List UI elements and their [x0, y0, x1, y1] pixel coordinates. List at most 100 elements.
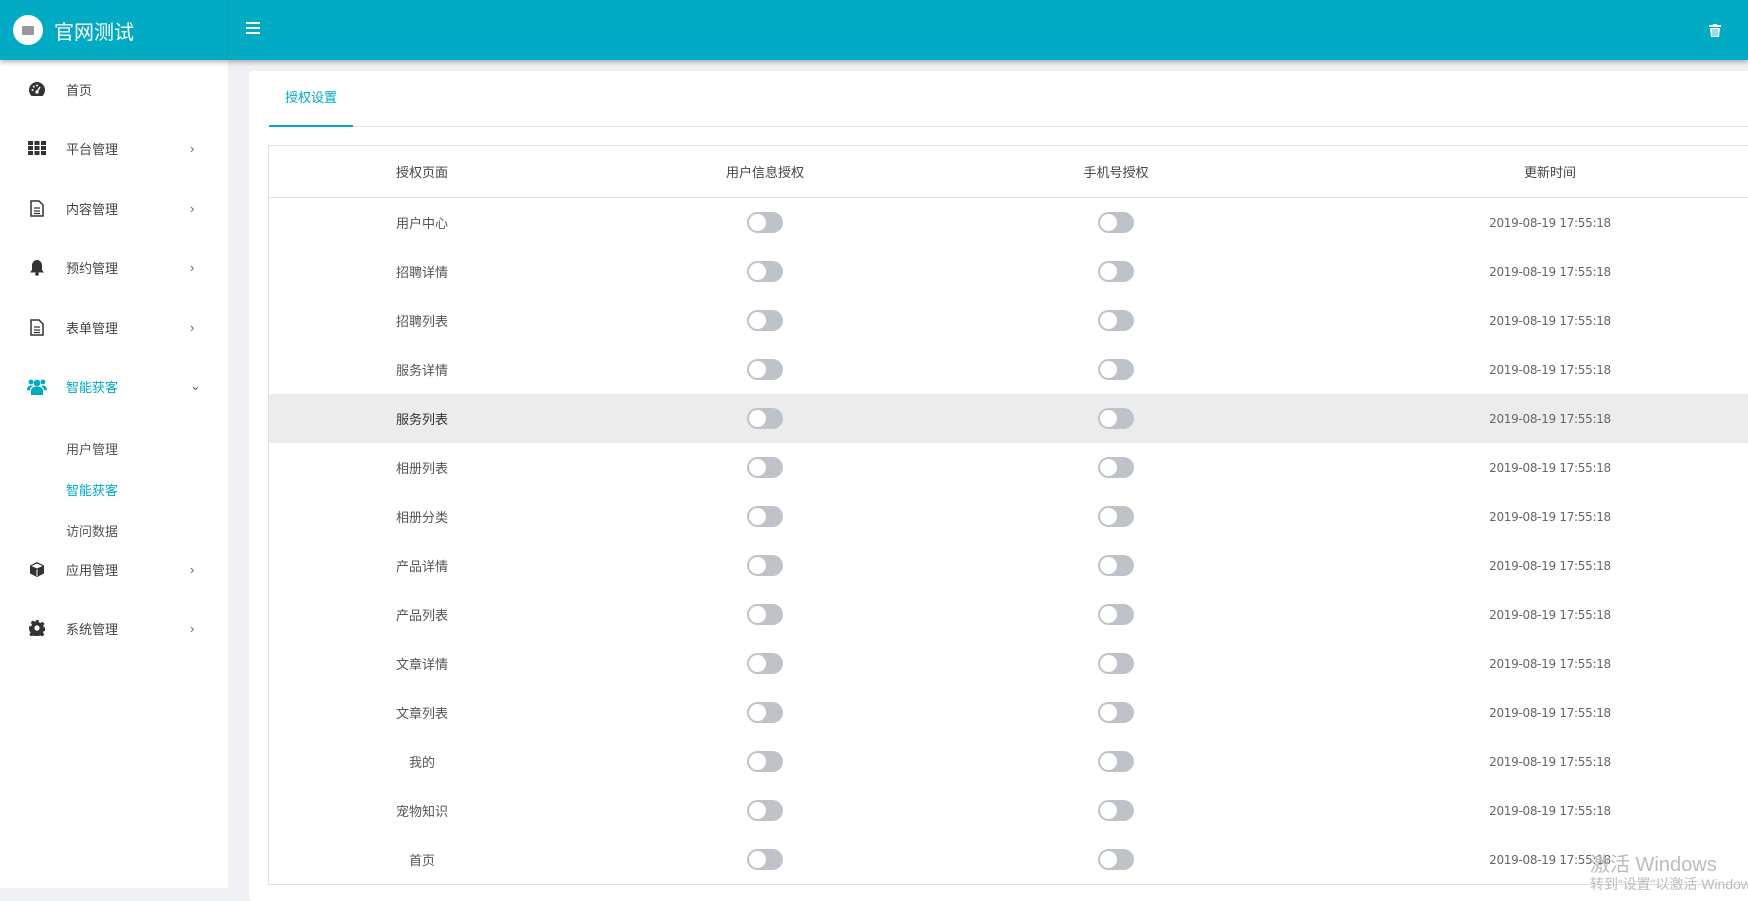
update-time: 2019-08-19 17:55:18: [1489, 411, 1611, 426]
phone-auth-toggle[interactable]: [1098, 800, 1134, 821]
sidebar-item-content[interactable]: 内容管理 ›: [0, 188, 228, 228]
page-name: 产品详情: [395, 559, 449, 574]
page-name: 相册列表: [395, 461, 449, 476]
sidebar-item-form[interactable]: 表单管理 ›: [0, 307, 228, 347]
table-row: 产品列表 2019-08-19 17:55:18: [269, 590, 1748, 639]
userinfo-auth-toggle[interactable]: [747, 702, 783, 723]
chevron-right-icon: ›: [190, 561, 195, 577]
table-row: 相册列表 2019-08-19 17:55:18: [269, 443, 1748, 492]
brand: 官网测试: [0, 0, 228, 60]
userinfo-auth-toggle[interactable]: [747, 800, 783, 821]
phone-auth-toggle[interactable]: [1098, 653, 1134, 674]
update-time: 2019-08-19 17:55:18: [1489, 705, 1611, 720]
chevron-down-icon: ⌄: [190, 378, 201, 393]
table-row: 招聘列表 2019-08-19 17:55:18: [269, 296, 1748, 345]
sidebar-item-label: 表单管理: [66, 320, 119, 336]
update-time: 2019-08-19 17:55:18: [1489, 460, 1611, 475]
userinfo-auth-toggle[interactable]: [747, 212, 783, 233]
update-time: 2019-08-19 17:55:18: [1489, 264, 1611, 279]
gear-icon: [27, 620, 47, 636]
userinfo-auth-toggle[interactable]: [747, 457, 783, 478]
table-row: 服务详情 2019-08-19 17:55:18: [269, 345, 1748, 394]
userinfo-auth-toggle[interactable]: [747, 506, 783, 527]
page-name: 招聘详情: [395, 265, 449, 280]
userinfo-auth-toggle[interactable]: [747, 653, 783, 674]
phone-auth-toggle[interactable]: [1098, 212, 1134, 233]
sidebar-item-smart-leads[interactable]: 智能获客 ⌄: [0, 366, 228, 406]
phone-auth-toggle[interactable]: [1098, 408, 1134, 429]
userinfo-auth-toggle[interactable]: [747, 310, 783, 331]
col-header-page: 授权页面: [395, 165, 449, 180]
sidebar-item-system[interactable]: 系统管理 ›: [0, 608, 228, 648]
page-name: 文章列表: [395, 706, 449, 721]
userinfo-auth-toggle[interactable]: [747, 555, 783, 576]
chevron-right-icon: ›: [190, 200, 195, 216]
update-time: 2019-08-19 17:55:18: [1489, 754, 1611, 769]
col-header-phone: 手机号授权: [1083, 165, 1149, 180]
phone-auth-toggle[interactable]: [1098, 310, 1134, 331]
watermark-subtitle: 转到“设置”以激活 Windows。: [1590, 876, 1748, 892]
page-name: 服务详情: [395, 363, 449, 378]
app-title: 官网测试: [54, 21, 134, 44]
table-row: 我的 2019-08-19 17:55:18: [269, 737, 1748, 786]
page-name: 宠物知识: [395, 804, 449, 819]
page-name: 服务列表: [395, 412, 449, 427]
sidebar-item-label: 智能获客: [66, 379, 119, 395]
page-name: 产品列表: [395, 608, 449, 623]
table-header: 授权页面 用户信息授权 手机号授权 更新时间: [269, 146, 1748, 198]
phone-auth-toggle[interactable]: [1098, 702, 1134, 723]
sidebar-item-label: 应用管理: [66, 562, 119, 578]
sidebar-subitem-smart-leads[interactable]: 智能获客: [66, 480, 118, 499]
phone-auth-toggle[interactable]: [1098, 849, 1134, 870]
col-header-userinfo: 用户信息授权: [725, 165, 805, 180]
sidebar-subitem-users[interactable]: 用户管理: [66, 439, 118, 458]
phone-auth-toggle[interactable]: [1098, 604, 1134, 625]
sidebar-item-label: 平台管理: [66, 141, 119, 157]
phone-auth-toggle[interactable]: [1098, 359, 1134, 380]
trash-icon[interactable]: [1709, 24, 1721, 37]
phone-auth-toggle[interactable]: [1098, 261, 1134, 282]
users-icon: [27, 378, 47, 395]
sidebar-item-label: 首页: [66, 82, 93, 98]
sidebar-item-home[interactable]: 首页: [0, 69, 228, 109]
userinfo-auth-toggle[interactable]: [747, 849, 783, 870]
phone-auth-toggle[interactable]: [1098, 457, 1134, 478]
cube-icon: [27, 561, 47, 578]
watermark-title: 激活 Windows: [1590, 854, 1717, 876]
table-row: 首页 2019-08-19 17:55:18: [269, 835, 1748, 884]
table-row: 用户中心 2019-08-19 17:55:18: [269, 198, 1748, 247]
sidebar-item-platform[interactable]: 平台管理 ›: [0, 128, 228, 168]
phone-auth-toggle[interactable]: [1098, 751, 1134, 772]
page-name: 招聘列表: [395, 314, 449, 329]
menu-toggle-icon[interactable]: [246, 22, 260, 36]
sidebar-item-label: 预约管理: [66, 260, 119, 276]
sidebar-subitem-visit-data[interactable]: 访问数据: [66, 521, 118, 540]
userinfo-auth-toggle[interactable]: [747, 751, 783, 772]
col-header-time: 更新时间: [1523, 165, 1577, 180]
userinfo-auth-toggle[interactable]: [747, 359, 783, 380]
phone-auth-toggle[interactable]: [1098, 555, 1134, 576]
update-time: 2019-08-19 17:55:18: [1489, 607, 1611, 622]
top-bar: 官网测试: [0, 0, 1748, 60]
chevron-right-icon: ›: [190, 319, 195, 335]
page-name: 我的: [408, 755, 436, 770]
table-row: 宠物知识 2019-08-19 17:55:18: [269, 786, 1748, 835]
chevron-right-icon: ›: [190, 620, 195, 636]
chevron-right-icon: ›: [190, 140, 195, 156]
userinfo-auth-toggle[interactable]: [747, 261, 783, 282]
userinfo-auth-toggle[interactable]: [747, 408, 783, 429]
dashboard-icon: [27, 81, 47, 97]
grid-icon: [27, 141, 47, 155]
userinfo-auth-toggle[interactable]: [747, 604, 783, 625]
table-row: 产品详情 2019-08-19 17:55:18: [269, 541, 1748, 590]
table-row: 文章详情 2019-08-19 17:55:18: [269, 639, 1748, 688]
bell-icon: [27, 259, 47, 276]
form-icon: [27, 318, 47, 336]
sidebar-item-booking[interactable]: 预约管理 ›: [0, 247, 228, 287]
sidebar-item-apps[interactable]: 应用管理 ›: [0, 549, 228, 589]
phone-auth-toggle[interactable]: [1098, 506, 1134, 527]
tab-bar: 授权设置: [269, 71, 1748, 127]
update-time: 2019-08-19 17:55:18: [1489, 803, 1611, 818]
tab-auth-settings[interactable]: 授权设置: [269, 71, 353, 127]
table-row: 服务列表 2019-08-19 17:55:18: [269, 394, 1748, 443]
